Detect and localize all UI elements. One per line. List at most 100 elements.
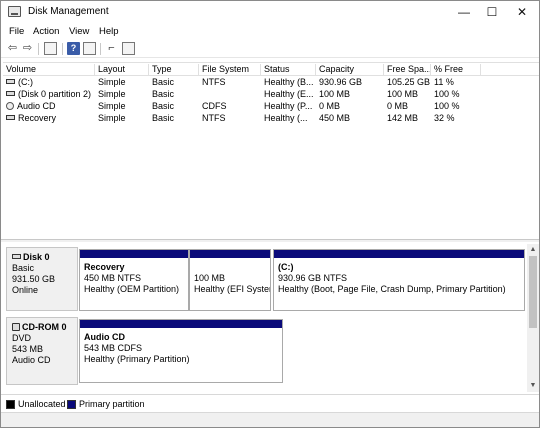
volume-file-system: NTFS <box>202 113 226 123</box>
partition-size: 100 MB <box>194 273 226 283</box>
menu-action[interactable]: Action <box>33 26 59 37</box>
table-row[interactable]: (Disk 0 partition 2) Simple Basic Health… <box>3 88 539 100</box>
disk-state: Audio CD <box>12 355 51 365</box>
cd-drive-icon <box>12 322 20 331</box>
partition-title: (C:) <box>278 262 294 272</box>
volume-layout: Simple <box>98 101 126 111</box>
table-row[interactable]: Recovery Simple Basic NTFS Healthy (... … <box>3 112 539 124</box>
legend: Unallocated Primary partition <box>1 394 539 412</box>
partition-efi[interactable]: 100 MB Healthy (EFI System <box>189 249 271 311</box>
disk-size: 543 MB <box>12 344 44 354</box>
column-header-capacity[interactable]: Capacity <box>316 64 384 76</box>
toolbar-separator <box>38 43 39 55</box>
volume-capacity: 100 MB <box>319 89 351 99</box>
volume-layout: Simple <box>98 77 126 87</box>
status-bar <box>1 412 539 427</box>
help-icon[interactable]: ? <box>67 42 80 55</box>
menu-view[interactable]: View <box>69 26 89 37</box>
maximize-button[interactable]: ☐ <box>477 1 507 23</box>
disk-state: Online <box>12 285 39 295</box>
scrollbar-thumb[interactable] <box>529 256 537 328</box>
disk-0-label[interactable]: Disk 0 Basic 931.50 GB Online <box>6 247 78 311</box>
table-row[interactable]: (C:) Simple Basic NTFS Healthy (B... 930… <box>3 76 539 88</box>
partition-audio-cd[interactable]: Audio CD 543 MB CDFS Healthy (Primary Pa… <box>79 319 283 383</box>
volume-name: (C:) <box>18 77 33 87</box>
partition-title: Audio CD <box>84 332 125 342</box>
disk-type: Basic <box>12 263 35 273</box>
title-bar[interactable]: Disk Management — ☐ ✕ <box>1 1 539 23</box>
column-header-status[interactable]: Status <box>261 64 316 76</box>
minimize-button[interactable]: — <box>449 1 479 23</box>
scroll-up-icon[interactable]: ▲ <box>527 244 539 256</box>
partition-size: 543 MB CDFS <box>84 343 143 353</box>
menu-help[interactable]: Help <box>99 26 119 37</box>
volume-free-space: 105.25 GB <box>387 77 431 87</box>
menu-file[interactable]: File <box>9 26 24 37</box>
volume-file-system: NTFS <box>202 77 226 87</box>
primary-partition-bar <box>80 250 188 258</box>
partition-status: Healthy (EFI System <box>194 284 270 294</box>
volume-free-space: 0 MB <box>387 101 409 111</box>
close-button[interactable]: ✕ <box>507 1 537 23</box>
volume-list-header: Volume Layout Type File System Status Ca… <box>3 63 539 76</box>
partition-status: Healthy (OEM Partition) <box>84 284 180 294</box>
volume-type: Basic <box>152 89 175 99</box>
primary-partition-bar <box>190 250 270 258</box>
link-icon[interactable]: ⌐ <box>105 42 118 55</box>
volume-type: Basic <box>152 113 175 123</box>
legend-unallocated: Unallocated <box>18 399 66 409</box>
volume-capacity: 0 MB <box>319 101 341 111</box>
partition-size: 450 MB NTFS <box>84 273 142 283</box>
volume-status: Healthy (P... <box>264 101 313 111</box>
cdrom-0-label[interactable]: CD-ROM 0 DVD 543 MB Audio CD <box>6 317 78 385</box>
partition-title: Recovery <box>84 262 125 272</box>
partition-recovery[interactable]: Recovery 450 MB NTFS Healthy (OEM Partit… <box>79 249 189 311</box>
toolbar: ⇦ ⇨ ? ⌐ <box>1 40 539 58</box>
disk-management-window: Disk Management — ☐ ✕ File Action View H… <box>0 0 540 428</box>
drive-icon <box>6 79 15 85</box>
volume-file-system <box>199 89 261 100</box>
column-header-layout[interactable]: Layout <box>95 64 149 76</box>
disk-type: DVD <box>12 333 32 343</box>
column-header-volume[interactable]: Volume <box>3 64 95 76</box>
column-header-file-system[interactable]: File System <box>199 64 261 76</box>
column-header-percent-free[interactable]: % Free <box>431 64 481 76</box>
back-icon[interactable]: ⇦ <box>6 42 19 55</box>
partition-status: Healthy (Primary Partition) <box>84 354 190 364</box>
properties-icon[interactable] <box>44 42 57 55</box>
toolbar-separator <box>100 43 101 55</box>
legend-primary-partition: Primary partition <box>79 399 145 409</box>
disk-map-scrollbar[interactable]: ▲ ▼ <box>527 244 539 392</box>
volume-percent-free: 11 % <box>434 77 454 87</box>
table-row[interactable]: Audio CD Simple Basic CDFS Healthy (P...… <box>3 100 539 112</box>
volume-percent-free: 100 % <box>434 101 460 111</box>
volume-name: Audio CD <box>17 101 56 111</box>
forward-icon[interactable]: ⇨ <box>21 42 34 55</box>
volume-free-space: 142 MB <box>387 113 419 123</box>
disk-name: CD-ROM 0 <box>22 322 67 332</box>
column-header-type[interactable]: Type <box>149 64 199 76</box>
pane-splitter[interactable] <box>1 239 539 242</box>
volume-percent-free: 100 % <box>434 89 460 99</box>
disk-map: Disk 0 Basic 931.50 GB Online Recovery 4… <box>3 244 527 392</box>
volume-capacity: 930.96 GB <box>319 77 363 87</box>
volume-name: Recovery <box>18 113 57 123</box>
cd-icon <box>6 101 14 110</box>
window-title: Disk Management <box>28 6 109 17</box>
volume-capacity: 450 MB <box>319 113 351 123</box>
disk-icon <box>12 254 21 260</box>
console-tree-icon[interactable] <box>83 42 96 55</box>
volume-list: Volume Layout Type File System Status Ca… <box>3 62 539 238</box>
drive-icon <box>6 91 15 97</box>
volume-free-space: 100 MB <box>387 89 419 99</box>
primary-partition-bar <box>80 320 282 328</box>
scroll-down-icon[interactable]: ▼ <box>527 380 539 392</box>
disk-name: Disk 0 <box>23 252 50 262</box>
volume-type: Basic <box>152 77 175 87</box>
partition-c-drive[interactable]: (C:) 930.96 GB NTFS Healthy (Boot, Page … <box>273 249 525 311</box>
disk-size: 931.50 GB <box>12 274 56 284</box>
toolbar-separator <box>62 43 63 55</box>
column-header-free-space[interactable]: Free Spa... <box>384 64 431 76</box>
settings-icon[interactable] <box>122 42 135 55</box>
partition-title <box>194 262 270 273</box>
